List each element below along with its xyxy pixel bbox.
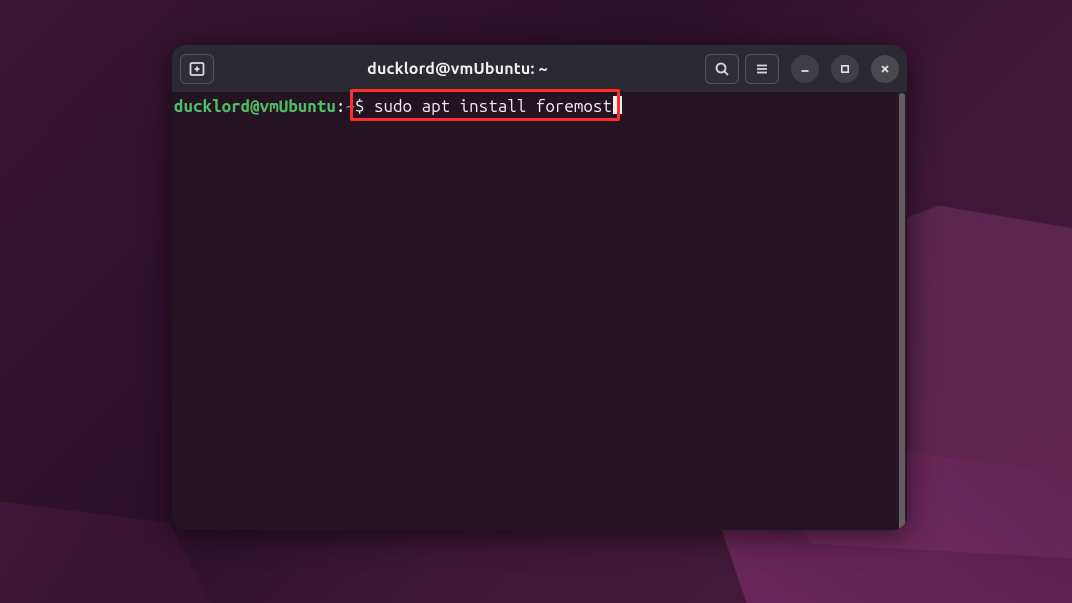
new-tab-icon — [188, 60, 206, 78]
terminal-viewport[interactable]: ducklord@vmUbuntu:~$ sudo apt install fo… — [172, 93, 907, 530]
menu-button[interactable] — [745, 54, 779, 84]
hamburger-icon — [754, 61, 770, 77]
prompt-path: ~ — [345, 97, 355, 116]
scrollbar-track[interactable] — [898, 93, 906, 530]
terminal-window: ducklord@vmUbuntu: ~ — [172, 45, 907, 530]
scrollbar-thumb[interactable] — [899, 93, 905, 530]
minimize-icon — [799, 63, 811, 75]
maximize-button[interactable] — [831, 55, 859, 83]
close-icon — [879, 63, 891, 75]
titlebar: ducklord@vmUbuntu: ~ — [172, 45, 907, 93]
new-tab-button[interactable] — [180, 54, 214, 84]
prompt-user-host: ducklord@vmUbuntu — [174, 97, 336, 116]
terminal-cursor — [613, 96, 622, 114]
maximize-icon — [839, 63, 851, 75]
minimize-button[interactable] — [791, 55, 819, 83]
window-title: ducklord@vmUbuntu: ~ — [220, 60, 699, 78]
search-icon — [714, 61, 730, 77]
search-button[interactable] — [705, 54, 739, 84]
prompt-colon: : — [336, 97, 346, 116]
prompt-dollar: $ — [355, 97, 374, 116]
command-text: sudo apt install foremost — [374, 97, 612, 116]
close-button[interactable] — [871, 55, 899, 83]
prompt-line: ducklord@vmUbuntu:~$ sudo apt install fo… — [174, 95, 622, 167]
